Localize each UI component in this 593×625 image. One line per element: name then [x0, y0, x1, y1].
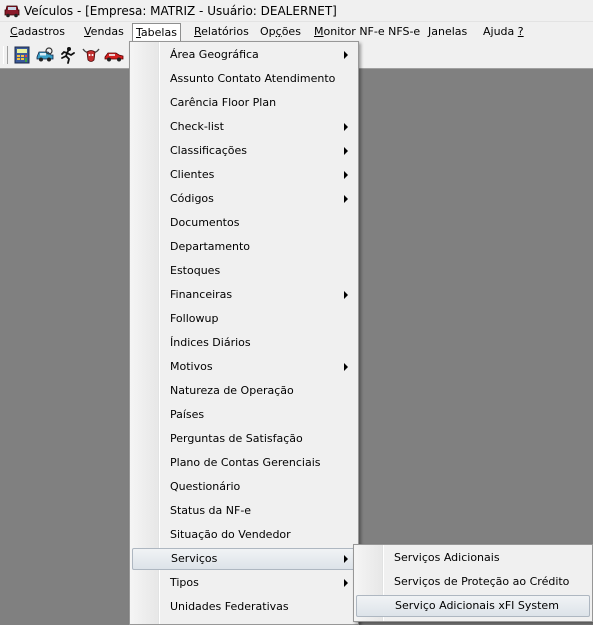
menu-item-questionario[interactable]: Questionário: [132, 476, 356, 498]
submenu-arrow-icon: [344, 579, 348, 587]
menu-bar: Cadastros Vendas Tabelas Relatórios Opçõ…: [0, 21, 593, 42]
bull-icon[interactable]: [81, 46, 101, 64]
menu-tabelas[interactable]: Tabelas: [132, 23, 181, 42]
menu-vendas[interactable]: Vendas: [81, 24, 127, 40]
submenu-arrow-icon: [344, 363, 348, 371]
menu-item-area-geografica[interactable]: Área Geográfica: [132, 44, 356, 66]
menu-item-estoques[interactable]: Estoques: [132, 260, 356, 282]
submenu-item-protecao-credito[interactable]: Serviços de Proteção ao Crédito: [356, 571, 590, 593]
menu-item-carencia-floor-plan[interactable]: Carência Floor Plan: [132, 92, 356, 114]
submenu-arrow-icon: [344, 171, 348, 179]
menu-item-status-nfe[interactable]: Status da NF-e: [132, 500, 356, 522]
menu-opcoes[interactable]: Opções: [257, 24, 304, 40]
menu-item-unidades-federativas[interactable]: Unidades Federativas: [132, 596, 356, 618]
submenu-arrow-icon: [344, 195, 348, 203]
menu-item-followup[interactable]: Followup: [132, 308, 356, 330]
menu-item-financeiras[interactable]: Financeiras: [132, 284, 356, 306]
runner-icon[interactable]: [58, 46, 78, 64]
calculator-icon[interactable]: [12, 46, 32, 64]
menu-cadastros[interactable]: Cadastros: [7, 24, 68, 40]
title-bar: Veículos - [Empresa: MATRIZ - Usuário: D…: [0, 0, 593, 21]
menu-janelas[interactable]: Janelas: [425, 24, 470, 40]
submenu-arrow-icon: [344, 291, 348, 299]
menu-item-assunto-contato[interactable]: Assunto Contato Atendimento: [132, 68, 356, 90]
submenu-arrow-icon: [344, 123, 348, 131]
menu-item-paises[interactable]: Países: [132, 404, 356, 426]
submenu-item-servicos-adicionais[interactable]: Serviços Adicionais: [356, 547, 590, 569]
submenu-arrow-icon: [344, 147, 348, 155]
menu-ajuda[interactable]: Ajuda ?: [480, 24, 527, 40]
menu-item-tipos[interactable]: Tipos: [132, 572, 356, 594]
submenu-arrow-icon: [344, 555, 348, 563]
menu-item-departamento[interactable]: Departamento: [132, 236, 356, 258]
menu-item-situacao-vendedor[interactable]: Situação do Vendedor: [132, 524, 356, 546]
menu-item-perguntas-satisfacao[interactable]: Perguntas de Satisfação: [132, 428, 356, 450]
menu-item-clientes[interactable]: Clientes: [132, 164, 356, 186]
menu-item-natureza-operacao[interactable]: Natureza de Operação: [132, 380, 356, 402]
red-car-icon[interactable]: [104, 46, 124, 64]
servicos-submenu: Serviços Adicionais Serviços de Proteção…: [353, 544, 593, 622]
submenu-arrow-icon: [344, 51, 348, 59]
window-title: Veículos - [Empresa: MATRIZ - Usuário: D…: [24, 3, 337, 18]
menu-item-codigos[interactable]: Códigos: [132, 188, 356, 210]
menu-item-check-list[interactable]: Check-list: [132, 116, 356, 138]
car-app-icon: [4, 5, 20, 17]
menu-item-classificacoes[interactable]: Classificações: [132, 140, 356, 162]
vehicle-search-icon[interactable]: [35, 46, 55, 64]
toolbar-grip[interactable]: [3, 46, 8, 64]
menu-relatorios[interactable]: Relatórios: [191, 24, 252, 40]
menu-item-motivos[interactable]: Motivos: [132, 356, 356, 378]
submenu-item-xfi-system[interactable]: Serviço Adicionais xFI System: [356, 595, 590, 617]
menu-item-indices-diarios[interactable]: Índices Diários: [132, 332, 356, 354]
tabelas-menu: Área Geográfica Assunto Contato Atendime…: [129, 41, 359, 625]
menu-item-servicos[interactable]: Serviços: [132, 548, 356, 570]
menu-monitor-nfe[interactable]: Monitor NF-e NFS-e: [311, 24, 423, 40]
menu-item-documentos[interactable]: Documentos: [132, 212, 356, 234]
menu-item-plano-contas[interactable]: Plano de Contas Gerenciais: [132, 452, 356, 474]
